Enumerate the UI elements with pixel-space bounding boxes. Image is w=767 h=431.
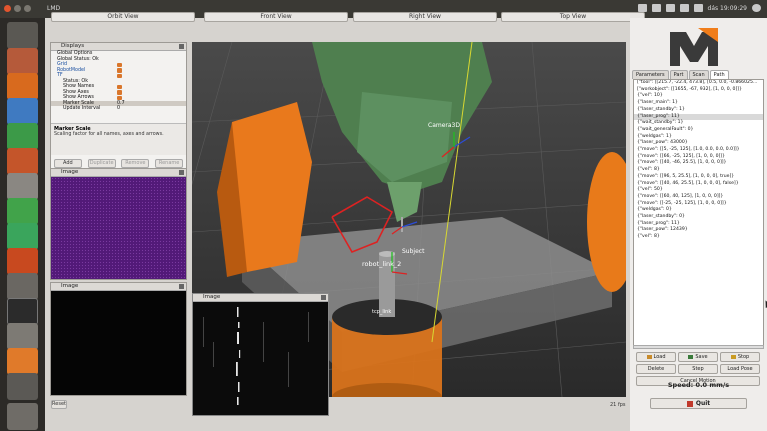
clock[interactable]: dás 19:09:29	[708, 5, 747, 12]
text-editor-icon[interactable]	[7, 323, 38, 350]
close-icon[interactable]	[321, 295, 326, 300]
calc-icon[interactable]	[7, 123, 38, 150]
camera-image-dark	[51, 291, 186, 395]
checkbox[interactable]	[117, 84, 122, 89]
power-gear-icon[interactable]	[752, 4, 761, 12]
orbit-view-button[interactable]: Orbit View	[51, 12, 195, 22]
tab-path[interactable]: Path	[709, 70, 729, 79]
remove-button[interactable]: Remove	[121, 158, 150, 168]
play-icon	[730, 354, 736, 359]
path-code-editor[interactable]: ["tool": [[215.7, -22.4, 473.8], [0.5, 0…	[633, 79, 764, 346]
close-window-icon[interactable]	[4, 5, 11, 12]
minimize-window-icon[interactable]	[14, 5, 21, 12]
scan-image	[193, 302, 328, 415]
reset-button[interactable]: Reset	[51, 400, 67, 409]
keyboard-icon[interactable]	[637, 4, 647, 12]
load-button[interactable]: Load	[636, 352, 676, 362]
impress-icon[interactable]	[7, 148, 38, 175]
fps-readout: 21 fps	[610, 402, 626, 408]
code-line[interactable]: {"wait_standby": 1}	[634, 120, 763, 127]
top-view-button[interactable]: Top View	[501, 12, 645, 22]
window-title: LMD	[47, 5, 61, 12]
tab-part[interactable]: Part	[669, 70, 688, 79]
delete-button[interactable]: Delete	[636, 364, 676, 374]
image-panel-top: Image	[50, 168, 187, 280]
files-icon[interactable]	[7, 48, 38, 75]
quit-icon	[686, 400, 693, 407]
property-description: Marker Scale Scaling factor for all name…	[51, 123, 186, 155]
code-line[interactable]: {"wait_generalFault": 0}	[634, 127, 763, 134]
code-line[interactable]: ["tool": [[215.7, -22.4, 473.8], [0.5, 0…	[634, 80, 763, 87]
code-line[interactable]: {"move": [[5, -25, 125], [1.0, 0.0, 0.0,…	[634, 147, 763, 154]
tree-item-update-interval[interactable]: Update Interval 0	[51, 106, 186, 112]
close-icon[interactable]	[179, 44, 184, 49]
firefox-icon[interactable]	[7, 73, 38, 100]
rviz-app: Orbit View Front View Right View Top Vie…	[45, 12, 767, 431]
presenter-icon[interactable]	[7, 348, 38, 375]
tcp-frame-label: tcp_link	[372, 309, 391, 315]
maximize-window-icon[interactable]	[24, 5, 31, 12]
displays-title: Displays	[51, 43, 186, 51]
code-line[interactable]: {"vel": 8}	[634, 234, 763, 241]
folder-icon	[646, 354, 652, 359]
camera-frame-label: Camera3D	[428, 122, 460, 129]
horizontal-scrollbar[interactable]	[633, 345, 764, 349]
tab-scan[interactable]: Scan	[688, 70, 709, 79]
system-tray: dás 19:09:29	[637, 4, 761, 12]
writer-icon[interactable]	[7, 98, 38, 125]
checkbox[interactable]	[117, 62, 122, 67]
displays-panel: Displays Global Options Global Status: O…	[50, 42, 187, 180]
settings-icon[interactable]	[7, 173, 38, 200]
launcher	[0, 18, 45, 431]
displays-tree[interactable]: Global Options Global Status: Ok Grid Ro…	[51, 51, 186, 112]
image-panel-bottom: Image	[50, 282, 187, 396]
code-line[interactable]: {"laser_standby": 1}	[634, 107, 763, 114]
code-line[interactable]: {"vel": 50}	[634, 187, 763, 194]
stop-button[interactable]: Stop	[720, 352, 760, 362]
company-logo	[670, 28, 718, 66]
input-method-icon[interactable]	[665, 4, 675, 12]
step-button[interactable]: Step	[678, 364, 718, 374]
trash-icon[interactable]	[7, 403, 38, 430]
right-view-button[interactable]: Right View	[353, 12, 497, 22]
save-button[interactable]: Save	[678, 352, 718, 362]
code-line[interactable]: {"laser_standby": 0}	[634, 214, 763, 221]
save-icon	[688, 354, 694, 359]
close-icon[interactable]	[179, 284, 184, 289]
camera-image-noise	[51, 177, 186, 279]
code-line[interactable]: {"move": [[60, 40, 125], [1, 0, 0, 0]]}	[634, 194, 763, 201]
code-line[interactable]: {"laser_main": 1}	[634, 100, 763, 107]
network-icon[interactable]	[651, 4, 661, 12]
code-line[interactable]: {"move": [[96, 5, 25.5], [1, 0, 0, 0], t…	[634, 174, 763, 181]
load-pose-button[interactable]: Load Pose	[720, 364, 760, 374]
browser-icon[interactable]	[7, 223, 38, 250]
speed-readout: Speed: 0.0 mm/s	[667, 381, 730, 389]
dash-icon[interactable]	[7, 22, 38, 49]
close-icon[interactable]	[179, 170, 184, 175]
checkbox[interactable]	[117, 90, 122, 95]
checkbox[interactable]	[117, 95, 122, 100]
qt-icon[interactable]	[7, 198, 38, 225]
front-view-button[interactable]: Front View	[204, 12, 348, 22]
quit-button[interactable]: Quit	[650, 398, 747, 409]
checkbox[interactable]	[117, 73, 122, 78]
duplicate-button[interactable]: Duplicate	[87, 158, 116, 168]
tools-icon[interactable]	[7, 273, 38, 300]
video-icon[interactable]	[7, 373, 38, 400]
volume-icon[interactable]	[693, 4, 703, 12]
terminal-icon[interactable]	[7, 298, 38, 325]
control-panel: Parameters Part Scan Path ["tool": [[215…	[630, 18, 767, 431]
link-frame-label: robot_link_2	[362, 260, 401, 268]
control-tabs: Parameters Part Scan Path	[632, 70, 729, 79]
code-line[interactable]: {"vel": 8}	[634, 167, 763, 174]
mail-icon[interactable]	[679, 4, 689, 12]
software-icon[interactable]	[7, 248, 38, 275]
checkbox[interactable]	[117, 68, 122, 73]
add-button[interactable]: Add	[53, 158, 82, 168]
rename-button[interactable]: Rename	[155, 158, 184, 168]
subject-frame-label: Subject	[402, 248, 425, 255]
floating-image-window[interactable]: Image	[192, 293, 329, 416]
tab-parameters[interactable]: Parameters	[632, 70, 669, 79]
